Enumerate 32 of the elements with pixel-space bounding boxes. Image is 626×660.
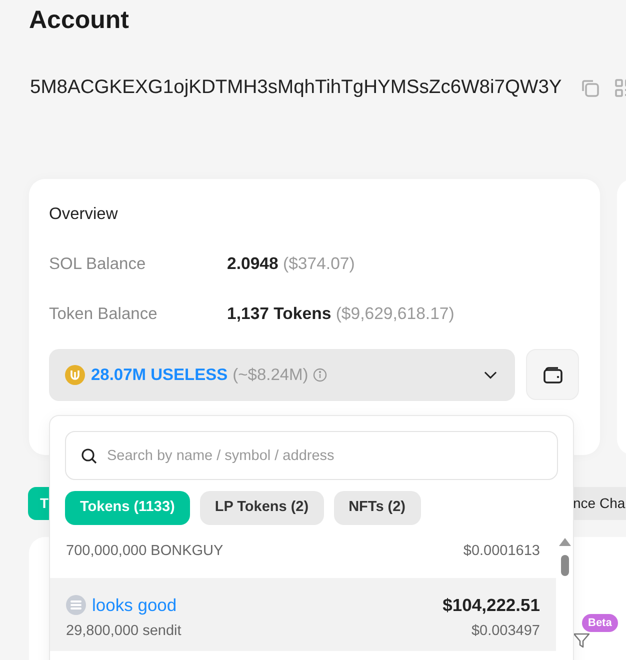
copy-icon[interactable] <box>580 78 600 98</box>
token-price: $0.003497 <box>471 622 540 642</box>
filter-tab[interactable]: NFTs (2) <box>334 491 421 525</box>
token-amount: 28.07M USELESS <box>91 364 228 386</box>
token-row[interactable]: looks good $104,222.51 29,800,000 sendit $0.003497 <box>50 578 556 651</box>
chevron-down-icon <box>484 371 497 379</box>
search-field[interactable]: Search by name / symbol / address <box>65 431 558 480</box>
token-icon <box>66 595 86 615</box>
filter-tab[interactable]: LP Tokens (2) <box>200 491 324 525</box>
token-quantity: 29,800,000 sendit <box>66 622 182 642</box>
beta-badge: Beta <box>582 614 618 632</box>
wallet-icon <box>542 366 562 384</box>
filter-icon[interactable] <box>573 633 590 648</box>
card-title: Overview <box>49 204 118 225</box>
page-title: Account <box>29 5 129 36</box>
token-usd-value: (~$8.24M) <box>232 364 308 386</box>
balance-value: 1,137 Tokens ($9,629,618.17) <box>227 303 454 326</box>
balance-value: 2.0948 ($374.07) <box>227 253 355 276</box>
balance-label: Token Balance <box>49 304 158 325</box>
search-icon <box>81 448 97 464</box>
qr-code-icon[interactable] <box>614 78 626 98</box>
wallet-address: 5M8ACGKEXG1ojKDTMH3sMqhTihTgHYMSsZc6W8i7QW3Y <box>30 76 562 100</box>
coin-icon <box>65 365 85 385</box>
wallet-button[interactable] <box>526 349 579 400</box>
token-name[interactable]: looks good <box>92 592 177 618</box>
token-price: $0.0001613 <box>463 542 540 562</box>
balance-label: SOL Balance <box>49 254 147 275</box>
scrollbar-thumb[interactable] <box>560 555 568 576</box>
scroll-up-icon[interactable] <box>558 538 570 546</box>
token-quantity: 700,000,000 BONKGUY <box>66 542 224 562</box>
info-icon <box>313 368 328 382</box>
token-value: $104,222.51 <box>442 594 540 617</box>
